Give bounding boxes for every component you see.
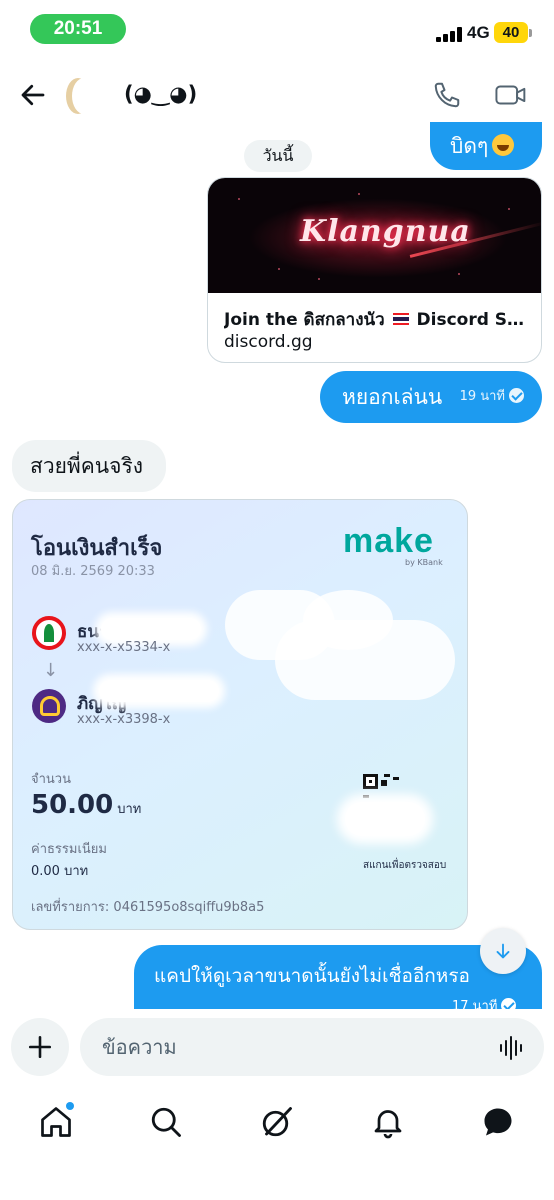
nav-grok[interactable] bbox=[259, 1104, 295, 1140]
read-check-icon bbox=[501, 998, 517, 1009]
from-account-number: xxx-x-x5334-x bbox=[77, 640, 171, 655]
nav-notifications[interactable] bbox=[370, 1104, 406, 1140]
date-divider: วันนี้ bbox=[244, 140, 312, 172]
status-bar: 20:51 4G 40 bbox=[0, 0, 554, 62]
phone-icon[interactable] bbox=[432, 80, 462, 110]
slip-datetime: 08 มิ.ย. 2569 20:33 bbox=[31, 564, 155, 579]
message-text: สวยพี่คนจริง bbox=[30, 454, 143, 478]
avatar[interactable] bbox=[62, 72, 108, 118]
message-composer: ข้อความ bbox=[0, 1010, 554, 1090]
message-input[interactable]: ข้อความ bbox=[80, 1018, 544, 1076]
nav-messages[interactable] bbox=[480, 1104, 516, 1140]
signal-icon bbox=[436, 26, 462, 42]
chat-header: (◕‿◕) bbox=[0, 62, 554, 126]
message-text: บิดๆ bbox=[450, 134, 489, 158]
laughing-emoji-icon bbox=[492, 134, 515, 156]
message-text: หยอกเล่นน bbox=[342, 385, 443, 409]
search-icon bbox=[151, 1107, 181, 1137]
battery-icon: 40 bbox=[494, 22, 528, 43]
video-camera-icon[interactable] bbox=[494, 80, 528, 110]
scroll-to-bottom-button[interactable] bbox=[480, 928, 526, 974]
link-preview-card[interactable]: Klangnua Join the ดิสกลางนัว Discord Se…… bbox=[207, 177, 542, 363]
message-bubble-outgoing[interactable]: หยอกเล่นน 19 นาที bbox=[320, 371, 542, 423]
bell-icon bbox=[374, 1110, 402, 1139]
thai-flag-icon bbox=[392, 313, 409, 325]
message-time: 17 นาที bbox=[452, 999, 498, 1009]
make-logo-subtext: by KBank bbox=[405, 558, 443, 567]
redaction-blur bbox=[99, 680, 219, 702]
message-bubble-incoming[interactable]: สวยพี่คนจริง bbox=[12, 440, 166, 492]
scb-icon bbox=[32, 689, 66, 723]
message-bubble-outgoing[interactable]: บิดๆ bbox=[430, 122, 542, 170]
fee-value: 0.00 บาท bbox=[31, 864, 89, 879]
link-preview-domain: discord.gg bbox=[224, 332, 313, 352]
add-attachment-button[interactable] bbox=[11, 1018, 69, 1076]
voice-waveform-icon[interactable] bbox=[498, 1035, 524, 1061]
message-time: 19 นาที bbox=[459, 389, 505, 404]
message-input-placeholder: ข้อความ bbox=[102, 1035, 177, 1059]
plus-icon bbox=[28, 1035, 52, 1059]
redaction-blur bbox=[345, 802, 425, 836]
amount-label: จำนวน bbox=[31, 772, 71, 787]
make-logo: make bbox=[343, 522, 434, 560]
bottom-nav bbox=[0, 1090, 554, 1200]
notification-dot bbox=[66, 1102, 74, 1110]
link-preview-logo-text: Klangnua bbox=[300, 214, 471, 249]
message-meta: 19 นาที bbox=[460, 388, 524, 406]
link-preview-title: Join the ดิสกลางนัว Discord Se… bbox=[224, 310, 529, 330]
fee-label: ค่าธรรมเนียม bbox=[31, 842, 107, 857]
nav-search[interactable] bbox=[148, 1104, 184, 1140]
network-type: 4G bbox=[467, 23, 490, 42]
contact-name[interactable]: (◕‿◕) bbox=[124, 82, 197, 106]
redaction-blur bbox=[101, 618, 201, 640]
message-text: แคปให้ดูเวลาขนาดนั้นยังไม่เชื่ออีกหรอ bbox=[154, 965, 470, 987]
to-account-number: xxx-x-x3398-x bbox=[77, 712, 171, 727]
messages-icon bbox=[484, 1108, 512, 1136]
transfer-slip-image[interactable]: โอนเงินสำเร็จ 08 มิ.ย. 2569 20:33 make b… bbox=[12, 499, 468, 930]
battery-tip bbox=[529, 29, 532, 37]
transaction-reference: เลขที่รายการ: 0461595o8sqiffu9b8a5 bbox=[31, 900, 265, 915]
amount-value: 50.00 บาท bbox=[31, 790, 142, 820]
status-time: 20:51 bbox=[30, 14, 126, 44]
back-arrow-icon[interactable] bbox=[18, 80, 48, 110]
moon-icon bbox=[72, 78, 96, 114]
grok-icon bbox=[262, 1107, 292, 1137]
kbank-icon bbox=[32, 616, 66, 650]
cloud-decoration bbox=[303, 590, 393, 650]
arrow-down-icon: ↓ bbox=[43, 660, 59, 681]
message-meta: 17 นาที bbox=[452, 995, 517, 1009]
arrow-down-icon bbox=[496, 943, 510, 959]
nav-home[interactable] bbox=[38, 1102, 74, 1140]
link-preview-image: Klangnua bbox=[208, 178, 541, 293]
qr-caption: สแกนเพื่อตรวจสอบ bbox=[363, 860, 447, 871]
read-check-icon bbox=[509, 388, 524, 403]
